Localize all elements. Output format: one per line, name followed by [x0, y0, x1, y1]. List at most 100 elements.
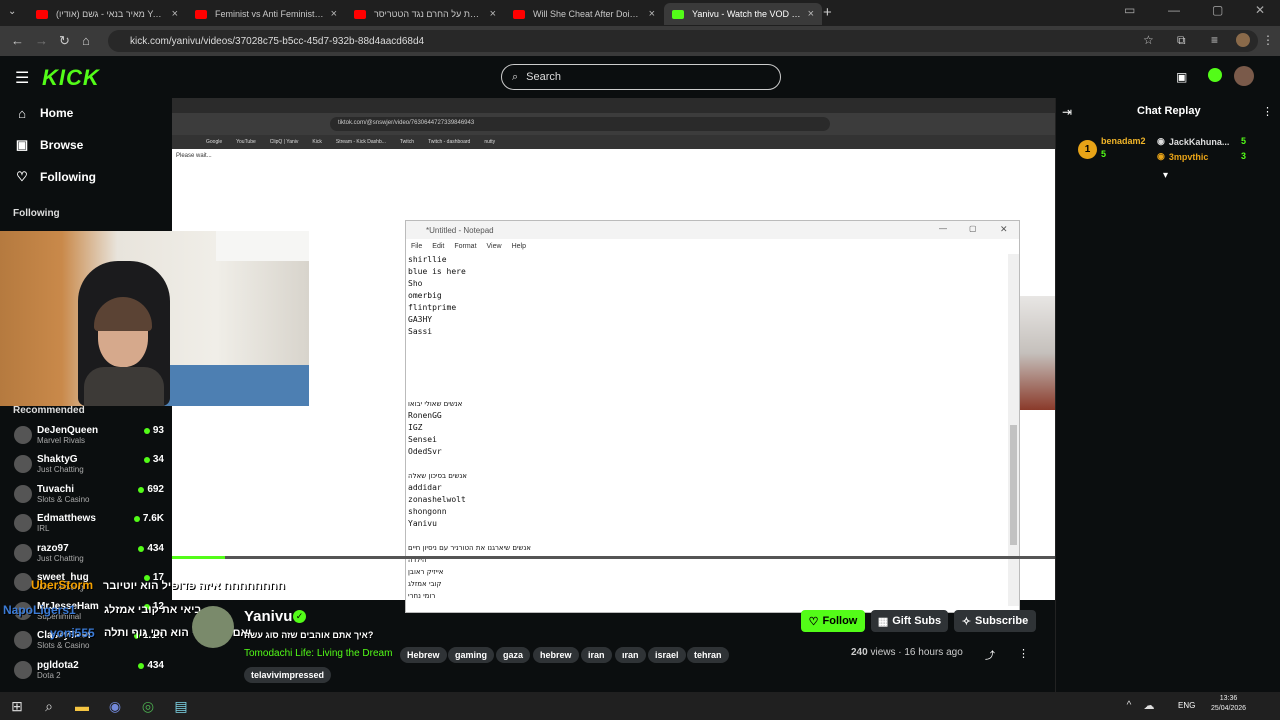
chat-options-icon[interactable]: ⋮	[1262, 105, 1273, 118]
new-tab-button[interactable]: +	[823, 4, 832, 21]
close-icon[interactable]: ×	[331, 8, 337, 20]
browser-tab-2[interactable]: Feminist vs Anti Feminist Wom×	[187, 3, 345, 25]
browser-menu-icon[interactable]: ⋮	[1262, 33, 1274, 47]
tag-chip[interactable]: tehran	[687, 647, 729, 663]
back-icon[interactable]: ←	[11, 33, 24, 48]
profile-avatar[interactable]	[1236, 33, 1250, 47]
collapse-chat-icon[interactable]: ⇥	[1062, 105, 1072, 119]
close-icon[interactable]: ×	[808, 8, 814, 20]
notepad-line	[408, 350, 1008, 362]
discord-icon[interactable]: ◉	[106, 697, 124, 715]
kick-icon	[672, 9, 684, 19]
kick-app-icon[interactable]	[1208, 68, 1222, 82]
channel-name[interactable]: Yanivu	[244, 608, 292, 625]
recommended-channel[interactable]: ShaktyG Just Chatting 34	[14, 450, 164, 478]
tag-chip[interactable]: ıran	[615, 647, 646, 663]
notepad-line: אנשים שאולי יבואו	[408, 400, 463, 408]
nav-following[interactable]: ♡ Following	[14, 166, 96, 188]
file-explorer-icon[interactable]: ▬	[73, 697, 91, 715]
language-indicator[interactable]: ENG	[1178, 701, 1195, 710]
profile-menu-icon[interactable]: ▭	[1124, 3, 1135, 17]
notepad-taskbar-icon[interactable]: ▤	[172, 697, 190, 715]
gifter-rank-badge: 1	[1078, 140, 1097, 159]
forward-icon[interactable]: →	[35, 33, 48, 48]
subscribe-button[interactable]: ✧ Subscribe	[954, 610, 1036, 632]
tag-chip[interactable]: telavivimpressed	[244, 667, 332, 683]
window-close-button[interactable]: ✕	[1255, 3, 1265, 17]
url-field[interactable]: kick.com/yanivu/videos/37028c75-b5cc-45d…	[108, 30, 1258, 52]
inner-bookmark: Google	[206, 139, 223, 145]
live-dot-icon	[138, 486, 145, 493]
channel-avatar[interactable]	[192, 606, 234, 648]
minimize-button[interactable]: —	[1168, 3, 1180, 17]
cast-icon[interactable]: ▣	[1176, 70, 1187, 84]
nav-home[interactable]: ⌂ Home	[14, 102, 73, 124]
recommended-channel[interactable]: DeJenQueen Marvel Rivals 93	[14, 421, 164, 449]
menu-file[interactable]: File	[411, 243, 422, 250]
tag-chip[interactable]: hebrew	[533, 647, 579, 663]
system-clock[interactable]: 13:36 25/04/2026	[1211, 694, 1246, 714]
taskbar-search-icon[interactable]: ⌕	[40, 697, 58, 715]
menu-help[interactable]: Help	[512, 243, 526, 250]
close-icon[interactable]: ×	[490, 8, 496, 20]
search-icon: ⌕	[512, 70, 519, 83]
nav-browse[interactable]: ▣ Browse	[14, 134, 84, 156]
notepad-close[interactable]: ✕	[1000, 224, 1008, 235]
reload-icon[interactable]: ↻	[59, 33, 70, 49]
browser-tab-5[interactable]: Yanivu - Watch the VOD on Kick×	[664, 3, 822, 25]
kick-logo[interactable]: KICK	[42, 65, 100, 91]
close-icon[interactable]: ×	[649, 8, 655, 20]
recommended-channel[interactable]: pgldota2 Dota 2 434	[14, 656, 164, 684]
gifter-name[interactable]: benadam2	[1101, 136, 1146, 146]
tab-list-icon[interactable]: ⌄	[8, 6, 16, 17]
extensions-icon[interactable]: ⧉	[1177, 33, 1186, 48]
menu-format[interactable]: Format	[454, 243, 476, 250]
inner-bookmark: Twitch - dashboard	[428, 139, 471, 145]
home-browser-icon[interactable]: ⌂	[82, 33, 90, 48]
notepad-minimize[interactable]: —	[939, 224, 947, 233]
browser-tab-4[interactable]: Will She Cheat After Doing A Sl×	[505, 3, 663, 25]
menu-edit[interactable]: Edit	[432, 243, 444, 250]
notepad-scroll-thumb[interactable]	[1010, 425, 1017, 545]
menu-view[interactable]: View	[487, 243, 502, 250]
viewer-count: 93	[143, 425, 164, 436]
gifter-name[interactable]: ◉ 3mpvthic	[1157, 151, 1208, 162]
bookmark-star-icon[interactable]: ☆	[1143, 33, 1154, 47]
expand-gifters-icon[interactable]: ▾	[1163, 170, 1168, 181]
progress-bar[interactable]	[172, 556, 1055, 559]
gifter-name[interactable]: ◉ JackKahuna...	[1157, 136, 1229, 147]
recommended-channel[interactable]: Tuvachi Slots & Casino 692	[14, 480, 164, 508]
follow-button[interactable]: ♡ Follow	[801, 610, 865, 632]
verified-icon: ✓	[293, 610, 306, 623]
recommended-channel[interactable]: razo97 Just Chatting 434	[14, 539, 164, 567]
tray-chevron-icon[interactable]: ^	[1120, 697, 1138, 715]
gift-subs-button[interactable]: ▦ Gift Subs	[871, 610, 948, 632]
inner-bookmark: YouTube	[236, 139, 256, 145]
game-link[interactable]: Tomodachi Life: Living the Dream	[244, 648, 392, 659]
settings-icon[interactable]: ⚙	[1021, 572, 1031, 585]
tag-chip[interactable]: gaza	[496, 647, 531, 663]
overlay-chat-msg: איך אתם אוהבים שזה סוג עשה?	[244, 630, 374, 640]
tag-chip[interactable]: israel	[648, 647, 686, 663]
tag-chip[interactable]: Hebrew	[400, 647, 447, 663]
hamburger-menu-icon[interactable]: ☰	[15, 68, 29, 88]
onedrive-icon[interactable]: ☁	[1140, 697, 1158, 715]
recommended-channel[interactable]: Edmatthews IRL 7.6K	[14, 509, 164, 537]
notepad-text-area[interactable]: shirllie blue is here Sho omerbig flintprime…	[408, 254, 1008, 604]
browser-tab-3[interactable]: האמת על החרם נגד הטטריסר ×	[346, 3, 504, 25]
search-input[interactable]: ⌕ Search	[501, 64, 781, 90]
reading-list-icon[interactable]: ≡	[1211, 33, 1218, 47]
user-avatar[interactable]	[1234, 66, 1254, 86]
youtube-icon	[36, 9, 48, 19]
maximize-button[interactable]: ▢	[1212, 3, 1223, 17]
browser-tab-1[interactable]: מאיר בנאי - גשם (אודיו) YouTube×	[28, 3, 186, 25]
chrome-icon[interactable]: ◎	[139, 697, 157, 715]
more-options-icon[interactable]: ⋮	[1018, 647, 1029, 660]
tag-chip[interactable]: iran	[581, 647, 612, 663]
close-icon[interactable]: ×	[172, 8, 178, 20]
overlay-chat-msg: ביאי את קובי אמזלג	[104, 604, 202, 616]
share-icon[interactable]: ⤴	[985, 647, 995, 662]
windows-start-icon[interactable]: ⊞	[8, 697, 26, 715]
notepad-maximize[interactable]: ▢	[969, 224, 977, 233]
tag-chip[interactable]: gaming	[448, 647, 495, 663]
